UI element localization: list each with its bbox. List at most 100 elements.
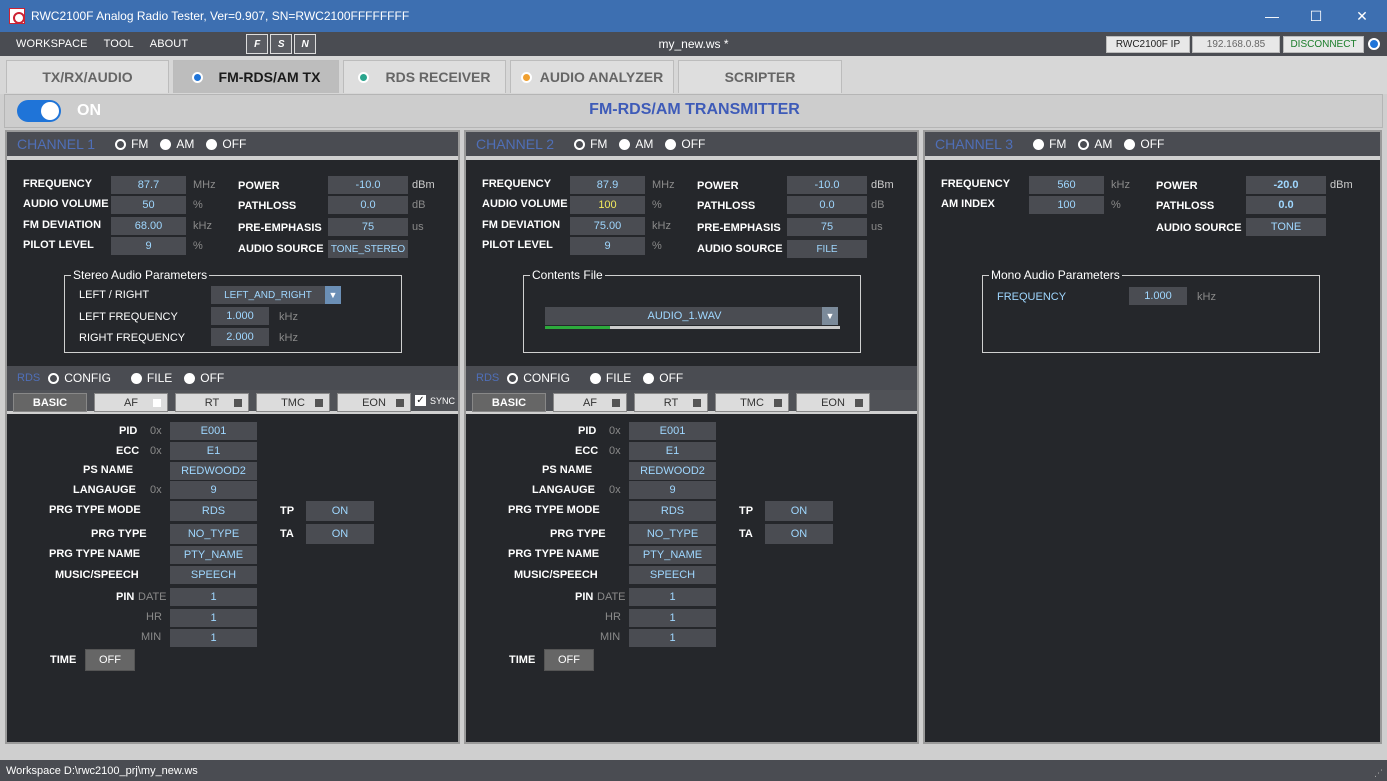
mode-off-radio[interactable]: OFF xyxy=(665,137,705,151)
frequency-field[interactable]: 87.7 xyxy=(111,176,186,194)
tp-field[interactable]: ON xyxy=(765,501,833,521)
tab-rds-receiver[interactable]: RDS RECEIVER xyxy=(343,60,506,93)
pid-field[interactable]: E001 xyxy=(170,422,257,440)
menu-tool[interactable]: TOOL xyxy=(104,38,134,50)
pin-hr-field[interactable]: 1 xyxy=(629,609,716,627)
audio-volume-field[interactable]: 50 xyxy=(111,196,186,214)
pin-date-field[interactable]: 1 xyxy=(629,588,716,606)
pin-date-field[interactable]: 1 xyxy=(170,588,257,606)
prg-type-mode-field[interactable]: RDS xyxy=(170,501,257,521)
menu-about[interactable]: ABOUT xyxy=(150,38,188,50)
prg-type-name-field[interactable]: PTY_NAME xyxy=(170,546,257,564)
language-field[interactable]: 9 xyxy=(170,481,257,499)
right-frequency-field[interactable]: 2.000 xyxy=(211,328,269,346)
power-field[interactable]: -10.0 xyxy=(787,176,867,194)
ecc-field[interactable]: E1 xyxy=(629,442,716,460)
audio-volume-field[interactable]: 100 xyxy=(570,196,645,214)
tab-audio-analyzer[interactable]: AUDIO ANALYZER xyxy=(510,60,674,93)
mode-am-radio[interactable]: AM xyxy=(619,137,653,151)
pathloss-field[interactable]: 0.0 xyxy=(787,196,867,214)
prg-type-name-field[interactable]: PTY_NAME xyxy=(629,546,716,564)
rds-config-radio[interactable]: CONFIG xyxy=(507,371,570,385)
contents-file-select[interactable]: AUDIO_1.WAV xyxy=(545,307,824,325)
ecc-field[interactable]: E1 xyxy=(170,442,257,460)
audio-source-field[interactable]: TONE xyxy=(1246,218,1326,236)
audio-source-field[interactable]: FILE xyxy=(787,240,867,258)
rds-file-radio[interactable]: FILE xyxy=(130,371,172,385)
ps-name-field[interactable]: REDWOOD2 xyxy=(629,462,716,480)
fm-deviation-field[interactable]: 75.00 xyxy=(570,217,645,235)
fm-deviation-field[interactable]: 68.00 xyxy=(111,217,186,235)
subtab-af[interactable]: AF xyxy=(553,393,627,412)
subtab-rt[interactable]: RT xyxy=(175,393,249,412)
prg-type-mode-field[interactable]: RDS xyxy=(629,501,716,521)
subtab-eon[interactable]: EON xyxy=(337,393,411,412)
pin-label: PIN xyxy=(116,591,135,603)
pin-min-field[interactable]: 1 xyxy=(629,629,716,647)
mono-frequency-field[interactable]: 1.000 xyxy=(1129,287,1187,305)
f-tool-icon[interactable]: F xyxy=(246,34,269,54)
subtab-tmc[interactable]: TMC xyxy=(715,393,789,412)
pathloss-field[interactable]: 0.0 xyxy=(1246,196,1326,214)
pathloss-field[interactable]: 0.0 xyxy=(328,196,408,214)
rds-off-radio[interactable]: OFF xyxy=(643,371,683,385)
chevron-down-icon[interactable]: ▼ xyxy=(822,307,838,325)
prg-type-field[interactable]: NO_TYPE xyxy=(170,524,257,544)
power-field[interactable]: -20.0 xyxy=(1246,176,1326,194)
audio-source-field[interactable]: TONE_STEREO xyxy=(328,240,408,258)
rds-off-radio[interactable]: OFF xyxy=(184,371,224,385)
s-tool-icon[interactable]: S xyxy=(270,34,293,54)
ta-field[interactable]: ON xyxy=(765,524,833,544)
music-speech-field[interactable]: SPEECH xyxy=(629,566,716,584)
subtab-eon[interactable]: EON xyxy=(796,393,870,412)
tab-scripter[interactable]: SCRIPTER xyxy=(678,60,842,93)
subtab-tmc[interactable]: TMC xyxy=(256,393,330,412)
mode-am-radio[interactable]: AM xyxy=(160,137,194,151)
mode-fm-radio[interactable]: FM xyxy=(574,137,607,151)
am-index-field[interactable]: 100 xyxy=(1029,196,1104,214)
close-button[interactable]: ✕ xyxy=(1339,0,1385,32)
mode-fm-radio[interactable]: FM xyxy=(1033,137,1066,151)
disconnect-button[interactable]: DISCONNECT xyxy=(1283,36,1364,53)
chevron-down-icon[interactable]: ▼ xyxy=(325,286,341,304)
resize-grip-icon[interactable]: ⋰ xyxy=(1374,768,1383,779)
ip-value[interactable]: 192.168.0.85 xyxy=(1192,36,1280,53)
time-toggle-button[interactable]: OFF xyxy=(85,649,135,671)
pilot-level-field[interactable]: 9 xyxy=(111,237,186,255)
minimize-button[interactable]: — xyxy=(1249,0,1295,32)
rds-file-radio[interactable]: FILE xyxy=(589,371,631,385)
pre-emphasis-field[interactable]: 75 xyxy=(328,218,408,236)
language-field[interactable]: 9 xyxy=(629,481,716,499)
power-field[interactable]: -10.0 xyxy=(328,176,408,194)
tp-field[interactable]: ON xyxy=(306,501,374,521)
left-right-select[interactable]: LEFT_AND_RIGHT xyxy=(211,286,325,304)
pre-emphasis-field[interactable]: 75 xyxy=(787,218,867,236)
music-speech-field[interactable]: SPEECH xyxy=(170,566,257,584)
subtab-rt[interactable]: RT xyxy=(634,393,708,412)
frequency-field[interactable]: 87.9 xyxy=(570,176,645,194)
ta-field[interactable]: ON xyxy=(306,524,374,544)
pin-min-field[interactable]: 1 xyxy=(170,629,257,647)
subtab-af[interactable]: AF xyxy=(94,393,168,412)
mode-off-radio[interactable]: OFF xyxy=(206,137,246,151)
left-frequency-field[interactable]: 1.000 xyxy=(211,307,269,325)
tab-fm-rds-am-tx[interactable]: FM-RDS/AM TX xyxy=(173,60,339,93)
subtab-basic[interactable]: BASIC xyxy=(13,393,87,412)
sync-checkbox[interactable]: ✓ SYNC xyxy=(415,395,455,406)
mode-am-radio[interactable]: AM xyxy=(1078,137,1112,151)
pid-field[interactable]: E001 xyxy=(629,422,716,440)
maximize-button[interactable]: ☐ xyxy=(1293,0,1339,32)
subtab-basic[interactable]: BASIC xyxy=(472,393,546,412)
mode-fm-radio[interactable]: FM xyxy=(115,137,148,151)
rds-config-radio[interactable]: CONFIG xyxy=(48,371,111,385)
pilot-level-field[interactable]: 9 xyxy=(570,237,645,255)
ps-name-field[interactable]: REDWOOD2 xyxy=(170,462,257,480)
time-toggle-button[interactable]: OFF xyxy=(544,649,594,671)
pin-hr-field[interactable]: 1 xyxy=(170,609,257,627)
tab-tx-rx-audio[interactable]: TX/RX/AUDIO xyxy=(6,60,169,93)
n-tool-icon[interactable]: N xyxy=(294,34,317,54)
mode-off-radio[interactable]: OFF xyxy=(1124,137,1164,151)
frequency-field[interactable]: 560 xyxy=(1029,176,1104,194)
menu-workspace[interactable]: WORKSPACE xyxy=(16,38,88,50)
prg-type-field[interactable]: NO_TYPE xyxy=(629,524,716,544)
